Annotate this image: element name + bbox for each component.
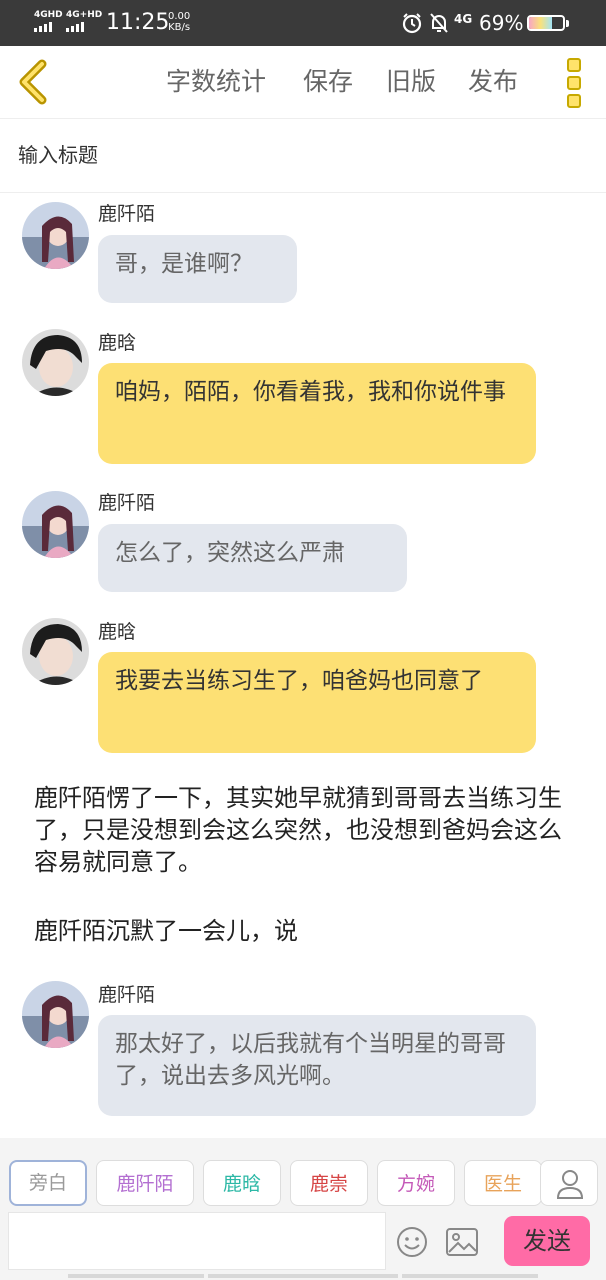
message-bubble[interactable]: 哥，是谁啊？	[98, 235, 297, 303]
role-tab-lu-han[interactable]: 鹿晗	[203, 1160, 281, 1206]
avatar-lu-qianmo[interactable]	[22, 202, 89, 269]
message-bubble[interactable]: 怎么了，突然这么严肃	[98, 524, 407, 592]
narration-paragraph[interactable]: 鹿阡陌愣了一下，其实她早就猜到哥哥去当练习生了，只是没想到会这么突然，也没想到爸…	[34, 782, 564, 878]
speed-unit: KB/s	[168, 22, 191, 33]
role-tab-lu-chong[interactable]: 鹿崇	[290, 1160, 368, 1206]
message-bubble[interactable]: 我要去当练习生了，咱爸妈也同意了	[98, 652, 536, 753]
signal-4g-plus: 4G+HD	[66, 10, 102, 32]
role-label: 旁白	[28, 1172, 67, 1194]
speed-value: 0.00	[168, 11, 191, 22]
speaker-name: 鹿晗	[98, 332, 137, 354]
smiley-icon[interactable]	[396, 1226, 428, 1258]
title-row: 输入标题	[0, 118, 606, 193]
role-label: 鹿崇	[309, 1173, 348, 1195]
nav-indicator	[68, 1274, 204, 1278]
speaker-name: 鹿阡陌	[98, 984, 156, 1006]
role-tab-fang-wan[interactable]: 方婉	[377, 1160, 455, 1206]
role-tab-doctor[interactable]: 医生	[464, 1160, 542, 1206]
role-tab-lu-qianmo[interactable]: 鹿阡陌	[96, 1160, 194, 1206]
save-button[interactable]: 保存	[303, 67, 353, 97]
network-label-2: 4G+HD	[66, 10, 103, 20]
user-icon	[556, 1170, 584, 1199]
send-button[interactable]: 发送	[504, 1216, 590, 1266]
more-vertical-icon	[562, 58, 586, 108]
old-version-button[interactable]: 旧版	[386, 67, 436, 97]
role-label: 医生	[483, 1173, 522, 1195]
add-role-button[interactable]	[540, 1160, 598, 1206]
network-label-1: 4GHD	[34, 10, 63, 20]
speaker-name: 鹿阡陌	[98, 203, 156, 225]
image-icon[interactable]	[446, 1228, 478, 1256]
compose-bar: 旁白 鹿阡陌 鹿晗 鹿崇 方婉 医生 发送	[0, 1138, 606, 1280]
title-input[interactable]: 输入标题	[18, 140, 98, 170]
speaker-name: 鹿阡陌	[98, 492, 156, 514]
battery-icon	[527, 15, 565, 31]
role-label: 鹿阡陌	[116, 1173, 174, 1195]
message-input[interactable]	[8, 1212, 386, 1270]
status-bar: 4GHD 4G+HD 11:25 0.00 KB/s 4G 69%	[0, 0, 606, 46]
bell-off-icon	[430, 13, 448, 33]
nav-indicator	[208, 1274, 398, 1278]
role-label: 鹿晗	[222, 1173, 261, 1195]
avatar-lu-han[interactable]	[22, 618, 89, 685]
back-button[interactable]	[12, 58, 54, 106]
signal-bars-icon	[34, 22, 63, 32]
editor-toolbar: 字数统计 保存 旧版 发布	[0, 46, 606, 119]
speaker-name: 鹿晗	[98, 621, 137, 643]
avatar-lu-qianmo[interactable]	[22, 981, 89, 1048]
network-4g: 4G	[454, 12, 473, 26]
signal-bars-icon	[66, 22, 102, 32]
clock: 11:25	[106, 10, 170, 35]
more-menu-button[interactable]	[562, 58, 586, 108]
avatar-lu-han[interactable]	[22, 329, 89, 396]
publish-button[interactable]: 发布	[468, 67, 518, 97]
nav-indicator	[402, 1274, 538, 1278]
avatar-lu-qianmo[interactable]	[22, 491, 89, 558]
message-bubble[interactable]: 咱妈，陌陌，你看着我，我和你说件事	[98, 363, 536, 464]
word-count-button[interactable]: 字数统计	[166, 67, 266, 97]
network-speed: 0.00 KB/s	[168, 11, 190, 33]
alarm-icon	[402, 13, 422, 34]
battery-percent: 69%	[479, 11, 524, 35]
battery-tip	[566, 20, 569, 27]
role-label: 方婉	[396, 1173, 435, 1195]
message-bubble[interactable]: 那太好了，以后我就有个当明星的哥哥了，说出去多风光啊。	[98, 1015, 536, 1116]
role-tab-narrator[interactable]: 旁白	[9, 1160, 87, 1206]
signal-4ghd: 4GHD	[34, 10, 63, 32]
narration-paragraph[interactable]: 鹿阡陌沉默了一会儿，说	[34, 915, 564, 947]
